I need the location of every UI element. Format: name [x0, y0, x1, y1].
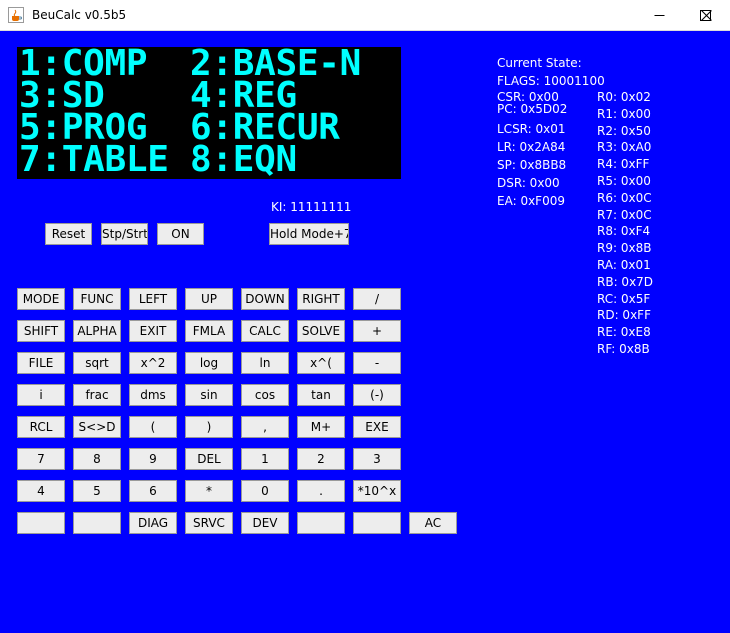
- calculator-panel: 1:COMP 2:BASE-N 3:SD 4:REG 5:PROG 6:RECU…: [0, 31, 730, 633]
- key-exit-button[interactable]: EXIT: [129, 320, 177, 342]
- key-blank-button[interactable]: (: [129, 416, 177, 438]
- lcsr-value: LCSR: 0x01: [497, 122, 566, 136]
- ea-value: EA: 0xF009: [497, 194, 565, 208]
- key-i-button[interactable]: i: [17, 384, 65, 406]
- key-solve-button[interactable]: SOLVE: [297, 320, 345, 342]
- minimize-button[interactable]: [637, 0, 683, 31]
- sp-value: SP: 0x8BB8: [497, 158, 567, 172]
- register-value: R8: 0xF4: [597, 224, 651, 239]
- ki-status: KI: 11111111: [271, 200, 352, 214]
- minimize-icon: [654, 15, 665, 16]
- key-ln-button[interactable]: ln: [241, 352, 289, 374]
- key-srvc-button[interactable]: SRVC: [185, 512, 233, 534]
- key-8-button[interactable]: 8: [73, 448, 121, 470]
- lcd-display: 1:COMP 2:BASE-N 3:SD 4:REG 5:PROG 6:RECU…: [17, 47, 401, 179]
- key-down-button[interactable]: DOWN: [241, 288, 289, 310]
- key-m-button[interactable]: M+: [297, 416, 345, 438]
- key-left-button[interactable]: LEFT: [129, 288, 177, 310]
- register-value: RB: 0x7D: [597, 274, 654, 289]
- lr-value: LR: 0x2A84: [497, 140, 566, 154]
- register-value: R2: 0x50: [597, 123, 651, 138]
- key-3-button[interactable]: 3: [353, 448, 401, 470]
- window-title: BeuCalc v0.5b5: [32, 8, 127, 22]
- close-icon: [701, 10, 712, 21]
- key-calc-button[interactable]: CALC: [241, 320, 289, 342]
- key-cos-button[interactable]: cos: [241, 384, 289, 406]
- key-0-button[interactable]: 0: [241, 480, 289, 502]
- key-10-x-button[interactable]: *10^x: [353, 480, 401, 502]
- key-tan-button[interactable]: tan: [297, 384, 345, 406]
- key-x-button[interactable]: x^(: [297, 352, 345, 374]
- key-diag-button[interactable]: DIAG: [129, 512, 177, 534]
- key-blank-button[interactable]: -: [353, 352, 401, 374]
- key-blank-button[interactable]: (-): [353, 384, 401, 406]
- key-blank-button[interactable]: [73, 512, 121, 534]
- stop-start-button[interactable]: Stp/Strt: [101, 223, 148, 245]
- key-blank-button[interactable]: ): [185, 416, 233, 438]
- key-dev-button[interactable]: DEV: [241, 512, 289, 534]
- key-blank-button[interactable]: +: [353, 320, 401, 342]
- register-value: R9: 0x8B: [597, 241, 652, 256]
- dsr-value: DSR: 0x00: [497, 176, 560, 190]
- key-2-button[interactable]: 2: [297, 448, 345, 470]
- key-6-button[interactable]: 6: [129, 480, 177, 502]
- on-button[interactable]: ON: [157, 223, 204, 245]
- key-mode-button[interactable]: MODE: [17, 288, 65, 310]
- key-sin-button[interactable]: sin: [185, 384, 233, 406]
- key-blank-button[interactable]: /: [353, 288, 401, 310]
- key-shift-button[interactable]: SHIFT: [17, 320, 65, 342]
- key-blank-button[interactable]: *: [185, 480, 233, 502]
- register-value: RE: 0xE8: [597, 325, 651, 340]
- state-heading: Current State:: [497, 56, 582, 70]
- key-x-2-button[interactable]: x^2: [129, 352, 177, 374]
- key-file-button[interactable]: FILE: [17, 352, 65, 374]
- key-exe-button[interactable]: EXE: [353, 416, 401, 438]
- register-value: R7: 0x0C: [597, 207, 652, 222]
- register-value: R5: 0x00: [597, 174, 651, 188]
- register-value: R4: 0xFF: [597, 157, 650, 172]
- java-cup-icon: [8, 7, 24, 23]
- key-1-button[interactable]: 1: [241, 448, 289, 470]
- register-value: RF: 0x8B: [597, 342, 650, 356]
- key-right-button[interactable]: RIGHT: [297, 288, 345, 310]
- key-dms-button[interactable]: dms: [129, 384, 177, 406]
- flags-value: FLAGS: 10001100: [497, 74, 605, 88]
- key-blank-button[interactable]: [353, 512, 401, 534]
- key-log-button[interactable]: log: [185, 352, 233, 374]
- key-4-button[interactable]: 4: [17, 480, 65, 502]
- key-blank-button[interactable]: ,: [241, 416, 289, 438]
- key-up-button[interactable]: UP: [185, 288, 233, 310]
- key-ac-button[interactable]: AC: [409, 512, 457, 534]
- key-rcl-button[interactable]: RCL: [17, 416, 65, 438]
- key-del-button[interactable]: DEL: [185, 448, 233, 470]
- key-s-d-button[interactable]: S<>D: [73, 416, 121, 438]
- pc-value: PC: 0x5D02: [497, 102, 568, 116]
- key-9-button[interactable]: 9: [129, 448, 177, 470]
- key-frac-button[interactable]: frac: [73, 384, 121, 406]
- register-value: R1: 0x00: [597, 106, 651, 121]
- register-value: RD: 0xFF: [597, 308, 651, 323]
- key-5-button[interactable]: 5: [73, 480, 121, 502]
- key-alpha-button[interactable]: ALPHA: [73, 320, 121, 342]
- close-button[interactable]: [684, 0, 730, 31]
- reset-button[interactable]: Reset: [45, 223, 92, 245]
- key-blank-button[interactable]: [297, 512, 345, 534]
- key-blank-button[interactable]: [17, 512, 65, 534]
- key-fmla-button[interactable]: FMLA: [185, 320, 233, 342]
- title-bar: BeuCalc v0.5b5: [0, 0, 730, 31]
- key-7-button[interactable]: 7: [17, 448, 65, 470]
- key-blank-button[interactable]: .: [297, 480, 345, 502]
- register-value: R3: 0xA0: [597, 140, 652, 155]
- register-value: R0: 0x02: [597, 90, 651, 104]
- lcd-line: 7:TABLE 8:EQN: [19, 139, 297, 179]
- register-value: R6: 0x0C: [597, 190, 652, 205]
- register-value: RC: 0x5F: [597, 291, 651, 306]
- key-func-button[interactable]: FUNC: [73, 288, 121, 310]
- register-value: RA: 0x01: [597, 258, 651, 272]
- key-sqrt-button[interactable]: sqrt: [73, 352, 121, 374]
- hold-mode-button[interactable]: Hold Mode+7: [269, 223, 349, 245]
